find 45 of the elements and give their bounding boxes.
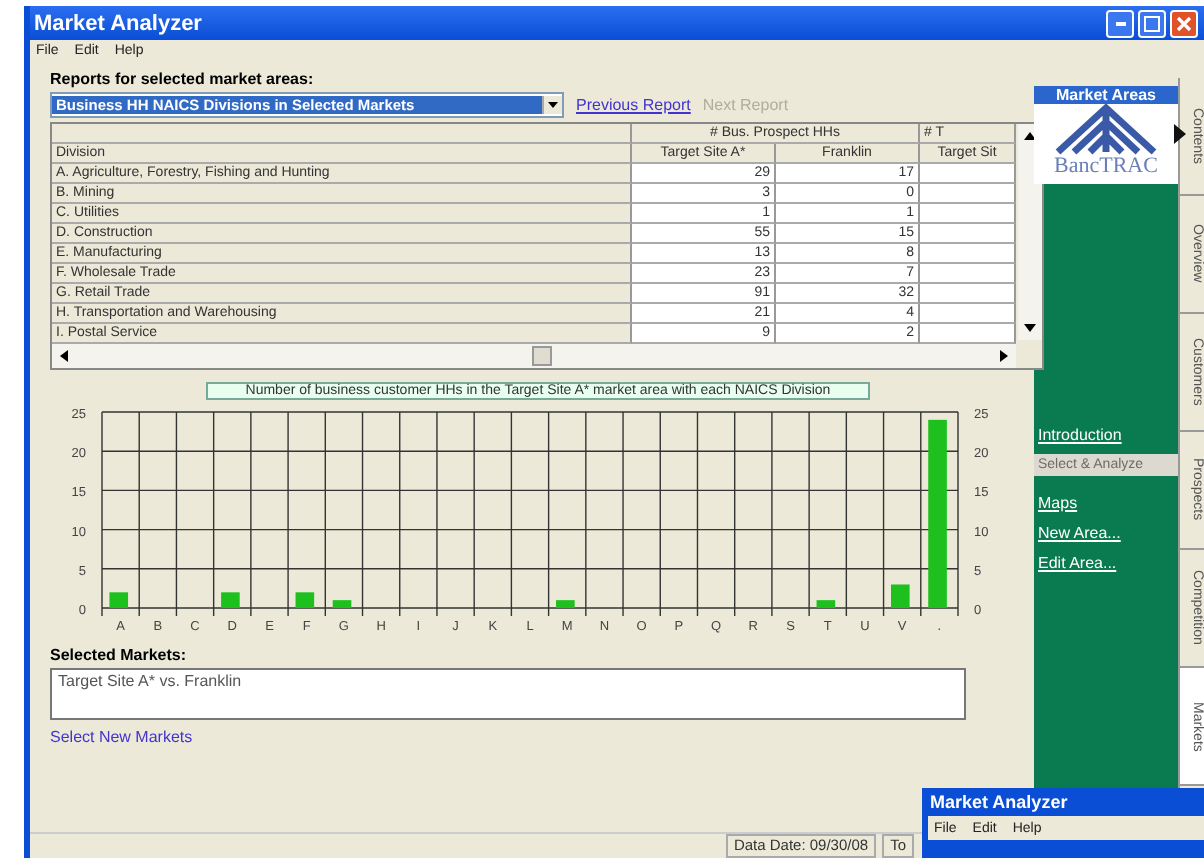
pointer-arrow-icon: [1174, 124, 1186, 144]
table-cell: [920, 264, 1016, 284]
horizontal-scrollbar[interactable]: [52, 344, 1016, 368]
table-cell: [920, 304, 1016, 324]
scroll-right-icon: [996, 348, 1012, 364]
scroll-down-icon: [1022, 320, 1038, 336]
bar: [221, 592, 240, 608]
logo-text: BancTRAC: [1054, 156, 1158, 178]
window-title: Market Analyzer: [34, 11, 202, 35]
reports-label: Reports for selected market areas:: [50, 70, 316, 88]
scroll-thumb[interactable]: [532, 346, 552, 366]
sidebar-link[interactable]: Introduction: [1034, 420, 1178, 450]
sidebar-link[interactable]: Maps: [1034, 488, 1178, 518]
bar: [556, 600, 575, 608]
minimize-button[interactable]: [1106, 9, 1134, 37]
table-cell: [920, 324, 1016, 344]
bar: [891, 584, 910, 608]
bar: [816, 600, 836, 608]
maximize-button[interactable]: [1138, 9, 1166, 37]
sidebar-link[interactable]: New Area...: [1034, 518, 1178, 548]
selected-markets-field[interactable]: Target Site A* vs. Franklin: [50, 668, 966, 720]
table-cell: [920, 184, 1016, 204]
window-title: Market Analyzer: [928, 790, 1070, 816]
table-cell: [920, 204, 1016, 224]
maximize-icon: [1144, 15, 1160, 31]
table-cell: [920, 284, 1016, 304]
bar: [332, 600, 352, 608]
scroll-left-icon: [56, 348, 72, 364]
bar: [109, 592, 129, 608]
previous-report-link[interactable]: Previous Report: [576, 96, 691, 114]
table-cell: [920, 244, 1016, 264]
roof-logo-icon: [1050, 104, 1162, 156]
vertical-scrollbar[interactable]: [1018, 124, 1042, 340]
table-cell: [920, 224, 1016, 244]
select-new-markets-link[interactable]: Select New Markets: [50, 728, 1026, 746]
selected-markets-label: Selected Markets:: [50, 646, 189, 664]
scroll-up-icon: [1022, 128, 1038, 144]
bar: [295, 592, 315, 608]
minimize-icon: [1115, 21, 1125, 25]
sidebar-header: Market Areas: [1034, 86, 1178, 104]
sidebar-link[interactable]: Edit Area...: [1034, 548, 1178, 578]
dropdown-arrow-icon: [542, 96, 562, 114]
table-cell: [920, 164, 1016, 184]
close-icon: [1176, 15, 1192, 31]
close-button[interactable]: [1170, 9, 1198, 37]
